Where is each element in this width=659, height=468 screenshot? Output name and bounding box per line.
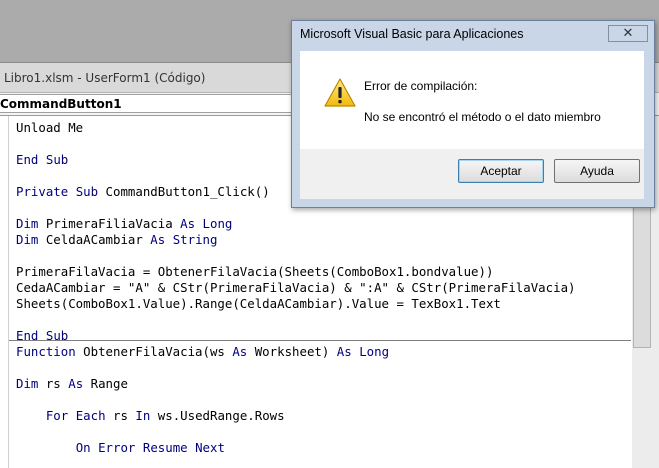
dialog-body: Error de compilación: No se encontró el … bbox=[300, 51, 644, 149]
dialog-footer: Aceptar Ayuda bbox=[300, 149, 644, 199]
warning-icon bbox=[324, 78, 356, 107]
error-message: No se encontró el método o el dato miemb… bbox=[364, 110, 601, 124]
code-line[interactable]: CedaACambiar = "A" & CStr(PrimeraFilaVac… bbox=[16, 280, 576, 296]
dialog-title: Microsoft Visual Basic para Aplicaciones bbox=[300, 27, 524, 41]
procedure-separator bbox=[9, 340, 631, 341]
code-line[interactable]: Dim rs As Range bbox=[16, 376, 128, 392]
code-line[interactable]: Private Sub CommandButton1_Click() bbox=[16, 184, 270, 200]
code-line[interactable]: End Sub bbox=[16, 328, 68, 344]
code-line[interactable]: End Sub bbox=[16, 152, 68, 168]
object-dropdown[interactable]: CommandButton1 bbox=[0, 94, 330, 113]
code-line[interactable]: PrimeraFilaVacia = ObtenerFilaVacia(Shee… bbox=[16, 264, 493, 280]
help-button[interactable]: Ayuda bbox=[554, 159, 640, 183]
margin-indicator-bar[interactable] bbox=[0, 116, 9, 468]
code-line[interactable]: Dim PrimeraFiliaVacia As Long bbox=[16, 216, 232, 232]
error-heading: Error de compilación: bbox=[364, 79, 478, 93]
error-dialog: Microsoft Visual Basic para Aplicaciones… bbox=[291, 20, 655, 208]
code-line[interactable]: Function ObtenerFilaVacia(ws As Workshee… bbox=[16, 344, 389, 360]
code-line[interactable]: Dim CeldaACambiar As String bbox=[16, 232, 217, 248]
code-line[interactable]: Unload Me bbox=[16, 120, 83, 136]
close-icon[interactable]: ✕ bbox=[608, 25, 648, 42]
code-line[interactable]: For Each rs In ws.UsedRange.Rows bbox=[16, 408, 285, 424]
accept-button[interactable]: Aceptar bbox=[458, 159, 544, 183]
code-line[interactable]: Sheets(ComboBox1.Value).Range(CeldaACamb… bbox=[16, 296, 501, 312]
code-line[interactable]: On Error Resume Next bbox=[16, 440, 225, 456]
